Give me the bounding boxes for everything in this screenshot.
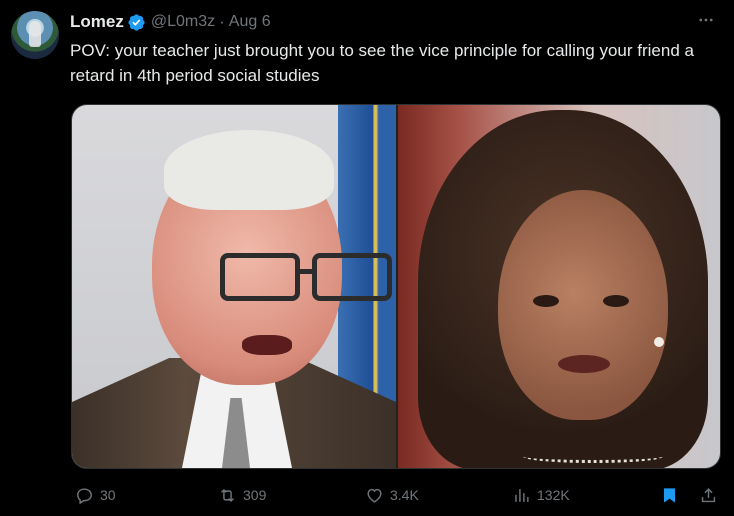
separator: · <box>219 12 225 31</box>
like-count: 3.4K <box>390 487 419 503</box>
eye <box>533 295 559 307</box>
author-name[interactable]: Lomez <box>70 12 124 32</box>
face <box>498 190 668 420</box>
tweet-actions: 30 309 3.4K 132K <box>75 480 720 510</box>
necklace <box>523 450 663 463</box>
glasses <box>220 253 392 301</box>
like-button[interactable]: 3.4K <box>365 486 419 505</box>
views-icon <box>515 488 529 502</box>
views-count: 132K <box>537 487 570 503</box>
share-icon <box>701 487 716 502</box>
reply-icon <box>77 487 92 504</box>
repost-count: 309 <box>243 487 267 503</box>
views-button[interactable]: 132K <box>512 486 570 505</box>
verified-badge-icon <box>128 13 145 31</box>
tweet-text: POV: your teacher just brought you to se… <box>70 41 694 85</box>
bookmark-button[interactable] <box>660 486 679 505</box>
hair <box>164 130 334 210</box>
photo-right[interactable] <box>398 105 720 468</box>
author-handle[interactable]: @L0m3z <box>151 13 215 31</box>
heart-icon <box>367 488 382 503</box>
mouth <box>558 355 610 373</box>
mouth <box>242 335 292 355</box>
tweet-header: Lomez @L0m3z · Aug 6 <box>70 12 271 32</box>
photo-left[interactable] <box>72 105 396 468</box>
reply-count: 30 <box>100 487 116 503</box>
earring <box>654 337 664 347</box>
eye <box>603 295 629 307</box>
repost-button[interactable]: 309 <box>218 486 266 505</box>
repost-icon <box>221 488 234 502</box>
more-dots-icon <box>699 18 713 22</box>
tweet-media[interactable] <box>71 104 721 469</box>
avatar[interactable] <box>11 11 59 59</box>
tweet-date[interactable]: Aug 6 <box>229 13 271 31</box>
more-options-button[interactable] <box>696 10 716 30</box>
bookmark-icon <box>663 487 676 503</box>
share-button[interactable] <box>699 486 718 505</box>
reply-button[interactable]: 30 <box>75 486 116 505</box>
